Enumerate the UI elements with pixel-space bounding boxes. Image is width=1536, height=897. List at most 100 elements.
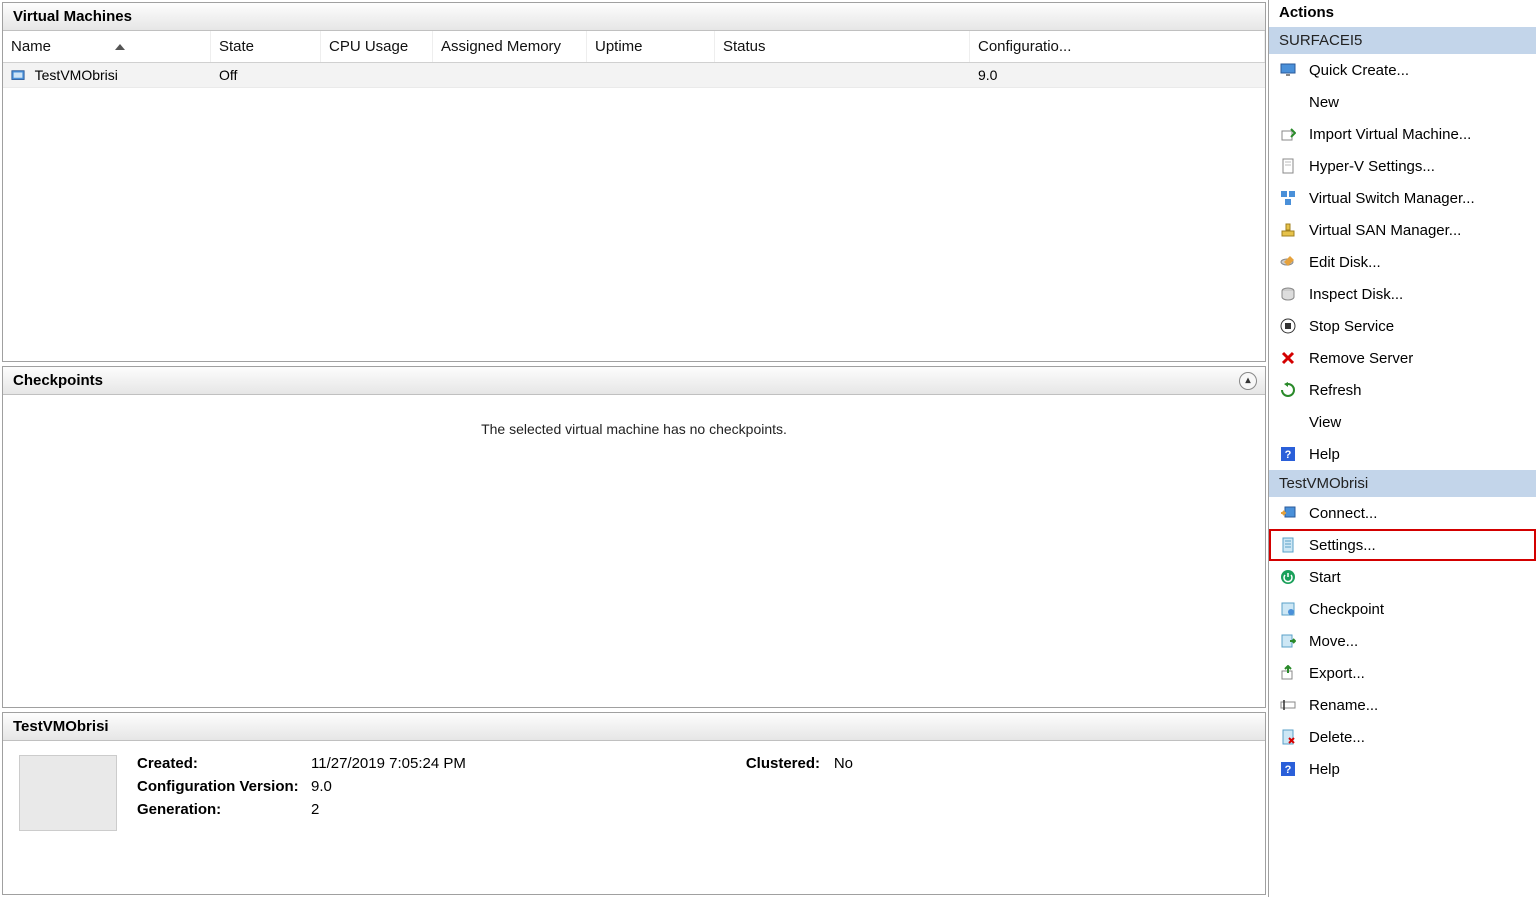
action-settings[interactable]: Settings... [1269, 529, 1536, 561]
details-header: TestVMObrisi [3, 713, 1265, 741]
vm-cell-status [715, 63, 970, 87]
sort-ascending-icon [115, 44, 125, 50]
vm-cell-mem [433, 63, 587, 87]
vm-cell-name: TestVMObrisi [3, 63, 211, 87]
action-label: Delete... [1309, 729, 1365, 746]
stop-icon [1279, 317, 1297, 335]
help-icon: ? [1279, 760, 1297, 778]
export-icon [1279, 664, 1297, 682]
settings-sheet-icon [1279, 536, 1297, 554]
move-icon [1279, 632, 1297, 650]
vm-table-header: Name State CPU Usage Assigned Memory Upt… [3, 31, 1265, 63]
vm-row[interactable]: TestVMObrisi Off 9.0 [3, 63, 1265, 88]
column-header-status[interactable]: Status [715, 31, 970, 62]
action-import-vm[interactable]: Import Virtual Machine... [1269, 118, 1536, 150]
checkpoints-panel: Checkpoints ▴ The selected virtual machi… [2, 366, 1266, 708]
action-label: Help [1309, 446, 1340, 463]
action-connect[interactable]: Connect... [1269, 497, 1536, 529]
connect-icon [1279, 504, 1297, 522]
details-right-column: Clustered: No [746, 755, 853, 831]
action-label: Connect... [1309, 505, 1377, 522]
action-help-vm[interactable]: ? Help [1269, 753, 1536, 785]
checkpoints-header: Checkpoints ▴ [3, 367, 1265, 395]
action-stop-service[interactable]: Stop Service [1269, 310, 1536, 342]
delete-icon [1279, 728, 1297, 746]
details-title: TestVMObrisi [13, 718, 109, 735]
action-remove-server[interactable]: Remove Server [1269, 342, 1536, 374]
main-area: Virtual Machines Name State CPU Usage As… [0, 0, 1268, 897]
monitor-icon [1279, 61, 1297, 79]
action-label: Hyper-V Settings... [1309, 158, 1435, 175]
details-left-column: Created: 11/27/2019 7:05:24 PM Configura… [137, 755, 466, 831]
details-body: Created: 11/27/2019 7:05:24 PM Configura… [3, 741, 1265, 845]
action-checkpoint[interactable]: Checkpoint [1269, 593, 1536, 625]
action-inspect-disk[interactable]: Inspect Disk... [1269, 278, 1536, 310]
action-label: Move... [1309, 633, 1358, 650]
action-quick-create[interactable]: Quick Create... [1269, 54, 1536, 86]
vm-thumbnail [19, 755, 117, 831]
action-move[interactable]: Move... [1269, 625, 1536, 657]
action-label: Start [1309, 569, 1341, 586]
help-icon: ? [1279, 445, 1297, 463]
vm-panel-header: Virtual Machines [3, 3, 1265, 31]
configver-value: 9.0 [311, 778, 332, 795]
created-value: 11/27/2019 7:05:24 PM [311, 755, 466, 772]
action-label: Import Virtual Machine... [1309, 126, 1471, 143]
action-export[interactable]: Export... [1269, 657, 1536, 689]
actions-pane: Actions SURFACEI5 Quick Create...NewImpo… [1268, 0, 1536, 897]
vm-cell-uptime [587, 63, 715, 87]
checkpoints-empty-message: The selected virtual machine has no chec… [3, 395, 1265, 707]
action-start[interactable]: Start [1269, 561, 1536, 593]
action-vswitch[interactable]: Virtual Switch Manager... [1269, 182, 1536, 214]
action-label: Quick Create... [1309, 62, 1409, 79]
import-icon [1279, 125, 1297, 143]
checkpoints-title: Checkpoints [13, 372, 103, 389]
action-help-host[interactable]: ? Help [1269, 438, 1536, 470]
action-label: Inspect Disk... [1309, 286, 1403, 303]
svg-text:?: ? [1285, 449, 1292, 461]
column-header-state[interactable]: State [211, 31, 321, 62]
column-header-cpu[interactable]: CPU Usage [321, 31, 433, 62]
action-label: Settings... [1309, 537, 1376, 554]
action-new[interactable]: New [1269, 86, 1536, 118]
action-label: Rename... [1309, 697, 1378, 714]
vm-icon [11, 69, 25, 83]
power-icon [1279, 568, 1297, 586]
created-label: Created: [137, 755, 303, 772]
vm-cell-cpu [321, 63, 433, 87]
vm-panel-title: Virtual Machines [13, 8, 132, 25]
column-header-configuration[interactable]: Configuratio... [970, 31, 1265, 62]
action-vsan[interactable]: Virtual SAN Manager... [1269, 214, 1536, 246]
sheet-icon [1279, 157, 1297, 175]
action-label: Help [1309, 761, 1340, 778]
column-header-uptime[interactable]: Uptime [587, 31, 715, 62]
vm-cell-config: 9.0 [970, 63, 1265, 87]
column-header-name[interactable]: Name [3, 31, 211, 62]
action-label: Refresh [1309, 382, 1362, 399]
actions-host-header: SURFACEI5 [1269, 27, 1536, 54]
disk-icon [1279, 285, 1297, 303]
vm-details-panel: TestVMObrisi Created: 11/27/2019 7:05:24… [2, 712, 1266, 895]
action-label: Edit Disk... [1309, 254, 1381, 271]
action-edit-disk[interactable]: Edit Disk... [1269, 246, 1536, 278]
blank-icon [1279, 413, 1297, 431]
action-label: Virtual SAN Manager... [1309, 222, 1461, 239]
clustered-label: Clustered: [746, 755, 826, 772]
action-delete[interactable]: Delete... [1269, 721, 1536, 753]
action-label: Stop Service [1309, 318, 1394, 335]
action-rename[interactable]: Rename... [1269, 689, 1536, 721]
action-label: Checkpoint [1309, 601, 1384, 618]
column-header-memory[interactable]: Assigned Memory [433, 31, 587, 62]
collapse-up-icon[interactable]: ▴ [1239, 372, 1257, 390]
generation-label: Generation: [137, 801, 303, 818]
x-icon [1279, 349, 1297, 367]
configver-label: Configuration Version: [137, 778, 303, 795]
checkpoint-icon [1279, 600, 1297, 618]
action-refresh[interactable]: Refresh [1269, 374, 1536, 406]
action-label: Virtual Switch Manager... [1309, 190, 1475, 207]
blank-icon [1279, 93, 1297, 111]
action-hyperv-settings[interactable]: Hyper-V Settings... [1269, 150, 1536, 182]
action-view[interactable]: View [1269, 406, 1536, 438]
actions-vm-header: TestVMObrisi [1269, 470, 1536, 497]
rename-icon [1279, 696, 1297, 714]
